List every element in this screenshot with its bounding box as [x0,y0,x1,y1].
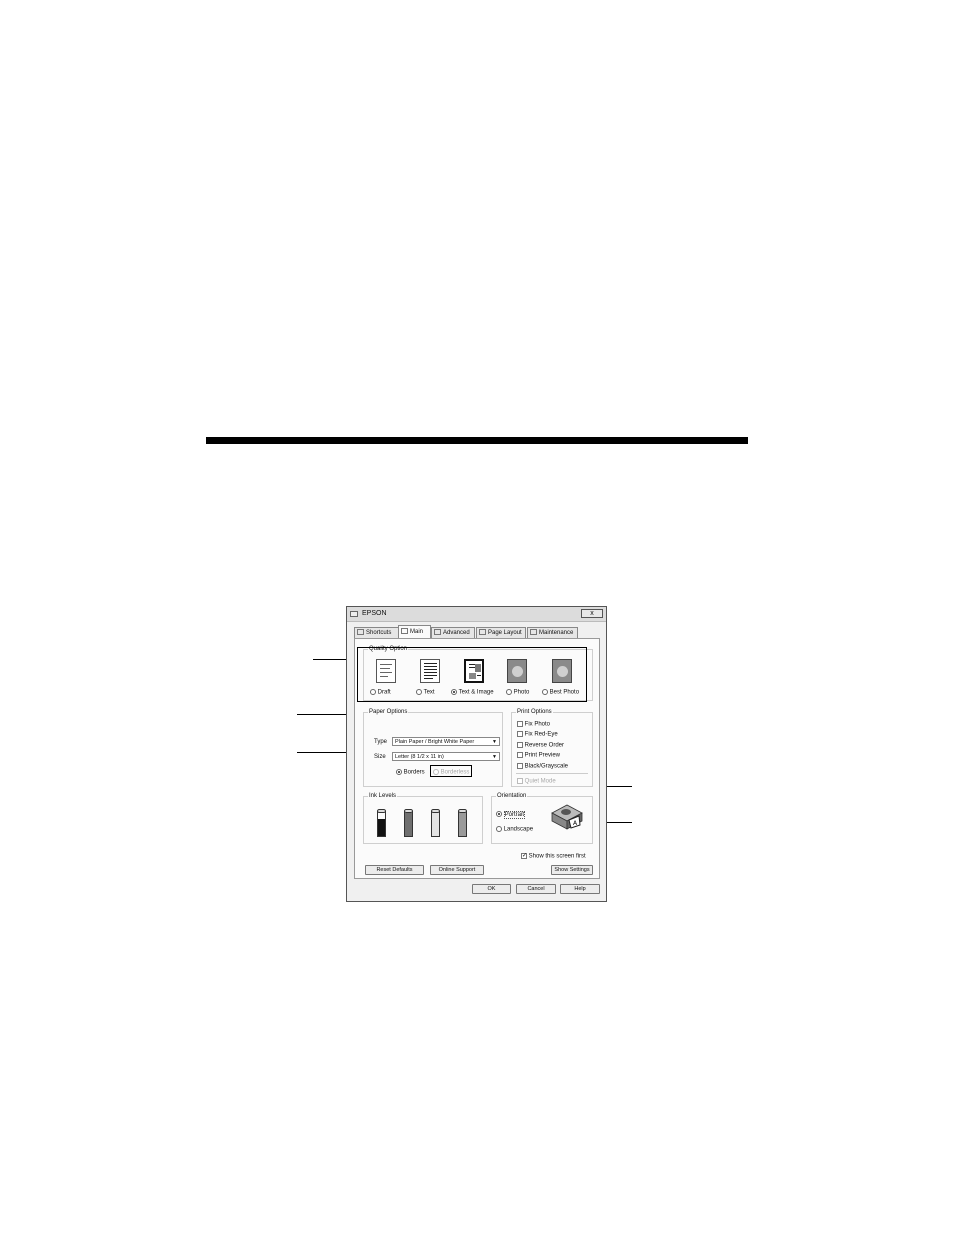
online-support-button[interactable]: Online Support [430,865,484,875]
quiet-mode-checkbox[interactable]: Quiet Mode [517,778,556,785]
radio-label: Portrait [503,810,526,819]
cancel-button[interactable]: Cancel [516,884,556,894]
show-settings-button[interactable]: Show Settings [551,865,593,875]
ink-levels-label: Ink Levels [368,793,398,799]
gear-icon [434,629,441,636]
type-label: Type [374,739,388,745]
printer-icon [401,628,408,635]
radio-label: Borders [403,769,425,776]
checkbox-label: Quiet Mode [524,778,556,785]
size-label: Size [374,754,386,760]
orientation-group: Orientation Portrait Landscape A [491,793,593,844]
checkbox-icon [517,778,523,784]
tab-label: Page Layout [488,630,522,636]
paper-type-select[interactable]: Plain Paper / Bright White Paper ▼ [392,737,500,746]
tab-maintenance[interactable]: Maintenance [527,627,578,638]
tab-main[interactable]: Main [398,625,431,639]
reverse-order-checkbox[interactable]: Reverse Order [517,742,564,749]
checkbox-label: Fix Red-Eye [524,731,558,738]
ink-cartridge-cyan [404,809,413,837]
epson-dialog: EPSON x Shortcuts Main Advanced Page Lay… [346,606,607,902]
print-options-group: Print Options Fix Photo Fix Red-Eye Reve… [511,709,593,787]
orientation-label: Orientation [496,793,528,799]
print-preview-checkbox[interactable]: Print Preview [517,752,560,759]
wrench-icon [530,629,537,636]
checkbox-label: Show this screen first [528,853,586,860]
checkbox-icon [517,721,523,727]
show-screen-first-checkbox[interactable]: ✓ Show this screen first [521,853,586,860]
ink-cartridge-yellow [431,809,440,837]
tab-advanced[interactable]: Advanced [431,627,475,638]
main-tab-panel: Quality Option Draft Text Text & Image P… [354,638,600,879]
dropdown-arrow-icon: ▼ [492,739,497,745]
ink-cartridge-magenta [458,809,467,837]
paper-options-label: Paper Options [368,709,409,715]
checkbox-label: Reverse Order [524,742,565,749]
printer-icon [350,611,358,617]
checkbox-icon [517,742,523,748]
title-bar[interactable]: EPSON x [347,607,606,622]
tab-page-layout[interactable]: Page Layout [476,627,526,638]
paper-size-select[interactable]: Letter (8 1/2 x 11 in) ▼ [392,752,500,761]
close-button[interactable]: x [581,609,603,618]
checkbox-label: Black/Grayscale [524,763,569,770]
reset-defaults-button[interactable]: Reset Defaults [365,865,424,875]
tab-label: Main [410,629,424,635]
radio-icon [496,811,502,817]
checkbox-icon [517,752,523,758]
window-title: EPSON [362,610,387,617]
printer-orientation-icon: A [551,804,583,830]
ink-levels-group: Ink Levels [363,793,483,844]
help-button[interactable]: Help [560,884,600,894]
ok-button[interactable]: OK [472,884,511,894]
ink-cartridge-black [377,809,386,837]
tab-label: Maintenance [539,630,574,636]
radio-icon [396,769,402,775]
star-icon [357,629,364,636]
checkbox-checked-icon: ✓ [521,853,528,859]
tab-label: Advanced [443,630,470,636]
landscape-radio[interactable]: Landscape [496,826,533,833]
tab-label: Shortcuts [366,630,392,636]
tab-shortcuts[interactable]: Shortcuts [354,627,399,638]
header-rule [206,437,748,444]
checkbox-icon [517,731,523,737]
portrait-radio[interactable]: Portrait [496,810,526,819]
fix-photo-checkbox[interactable]: Fix Photo [517,721,550,728]
black-grayscale-checkbox[interactable]: Black/Grayscale [517,763,568,770]
quality-callout-box [357,647,587,702]
paper-size-value: Letter (8 1/2 x 11 in) [395,754,444,760]
borders-radio[interactable]: Borders [396,769,425,776]
checkbox-label: Fix Photo [524,721,551,728]
print-options-label: Print Options [516,709,553,715]
page-icon [479,629,486,636]
paper-type-value: Plain Paper / Bright White Paper [395,739,475,745]
divider [516,773,588,774]
borderless-callout-box [430,765,472,777]
radio-label: Landscape [503,826,534,833]
checkbox-label: Print Preview [524,752,561,759]
radio-icon [496,826,502,832]
dropdown-arrow-icon: ▼ [492,754,497,760]
paper-options-group: Paper Options Type Plain Paper / Bright … [363,709,503,787]
fix-red-eye-checkbox[interactable]: Fix Red-Eye [517,731,558,738]
checkbox-icon [517,763,523,769]
